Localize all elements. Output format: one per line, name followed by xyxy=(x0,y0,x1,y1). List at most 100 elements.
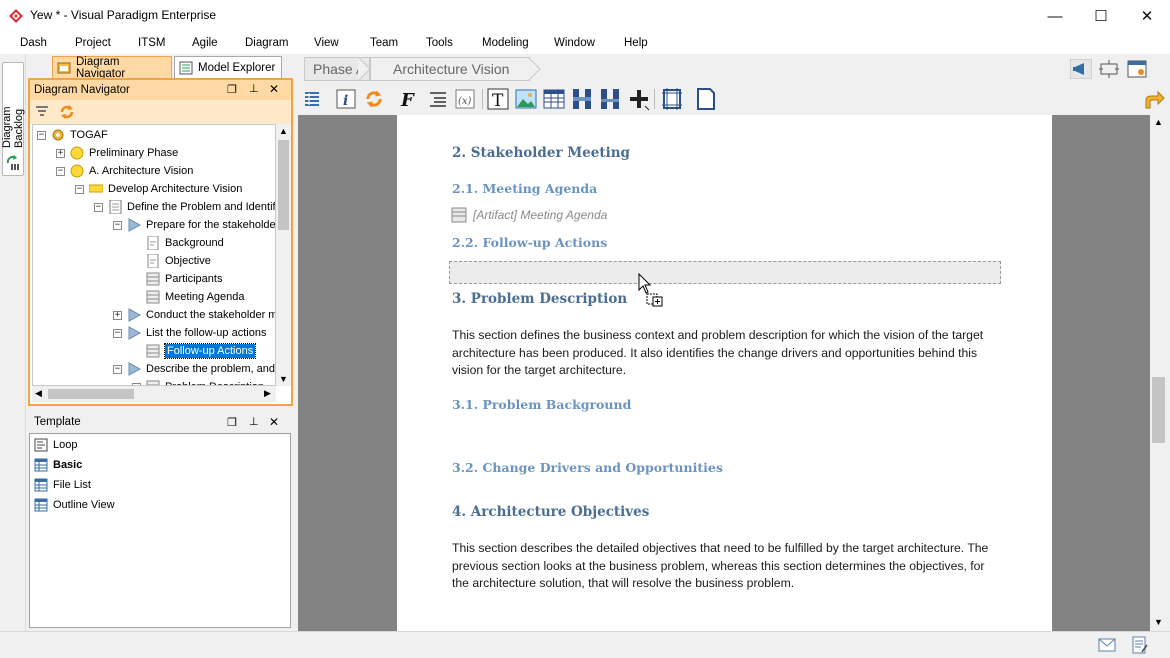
heading-change-drivers[interactable]: 3.2. Change Drivers and Opportunities xyxy=(452,460,723,475)
close-window-button[interactable]: ✕ xyxy=(1124,0,1170,32)
paragraph-architecture-objectives[interactable]: This section describes the detailed obje… xyxy=(452,540,997,593)
paragraph-problem-description[interactable]: This section defines the business contex… xyxy=(452,327,997,380)
pin-panel-icon[interactable]: ⊥ xyxy=(249,415,259,428)
breadcrumb-item-architecture-vision[interactable]: Architecture Vision xyxy=(370,57,530,81)
template-item-outline-view[interactable]: Outline View xyxy=(34,496,115,514)
collapse-icon[interactable]: − xyxy=(113,220,122,230)
tree-node[interactable]: − Prepare for the stakeholde xyxy=(113,216,275,234)
scroll-right-icon[interactable]: ▶ xyxy=(264,388,271,399)
scroll-down-icon[interactable]: ▼ xyxy=(1154,617,1163,627)
restore-panel-icon[interactable]: ❐ xyxy=(227,83,237,96)
info-button[interactable]: i xyxy=(334,87,358,111)
tree-node[interactable]: + Conduct the stakeholder m xyxy=(113,306,275,324)
page-margin-button[interactable] xyxy=(660,87,684,111)
tree-node[interactable]: − A. Architecture Vision xyxy=(56,162,193,180)
tree-node[interactable]: −Problem Description xyxy=(132,378,264,385)
scroll-up-icon[interactable]: ▲ xyxy=(279,126,288,136)
tree-node[interactable]: Objective xyxy=(132,252,211,270)
document-vertical-scrollbar[interactable]: ▲ ▼ xyxy=(1150,115,1168,631)
menu-team[interactable]: Team xyxy=(370,37,398,49)
tab-diagram-navigator[interactable]: Diagram Navigator xyxy=(52,56,172,80)
collapse-icon[interactable]: − xyxy=(75,184,84,194)
collapse-icon[interactable]: − xyxy=(37,130,46,140)
tree-horizontal-scrollbar[interactable]: ◀ ▶ xyxy=(32,386,276,402)
collapse-icon[interactable]: − xyxy=(94,202,103,212)
template-item-file-list[interactable]: File List xyxy=(34,476,91,494)
menu-view[interactable]: View xyxy=(314,37,339,49)
expand-icon[interactable]: + xyxy=(113,310,122,320)
heading-stakeholder-meeting[interactable]: 2. Stakeholder Meeting xyxy=(452,145,630,161)
mail-icon[interactable] xyxy=(1098,638,1116,652)
document-scroll-thumb[interactable] xyxy=(1152,377,1165,443)
tree-node[interactable]: − Describe the problem, and xyxy=(113,360,275,378)
tree-node[interactable]: − List the follow-up actions xyxy=(113,324,266,342)
tree-node[interactable]: Background xyxy=(132,234,224,252)
heading-follow-up-actions[interactable]: 2.2. Follow-up Actions xyxy=(452,235,607,250)
formula-button[interactable]: (x) xyxy=(453,87,477,111)
heading-problem-description[interactable]: 3. Problem Description xyxy=(452,291,627,307)
table-template-icon xyxy=(34,478,48,492)
heading-problem-background[interactable]: 3.1. Problem Background xyxy=(452,397,631,412)
menu-itsm[interactable]: ITSM xyxy=(138,37,165,49)
refresh-icon[interactable] xyxy=(58,103,76,121)
navigator-tree[interactable]: − TOGAF + Preliminary Phase − A. Architecture… xyxy=(32,124,276,386)
tree-node[interactable]: + Preliminary Phase xyxy=(56,144,178,162)
menu-tools[interactable]: Tools xyxy=(426,37,453,49)
page-orientation-button[interactable] xyxy=(694,87,718,111)
tree-node[interactable]: Participants xyxy=(132,270,222,288)
scroll-up-icon[interactable]: ▲ xyxy=(1154,117,1163,127)
font-button[interactable]: F xyxy=(396,87,420,111)
menu-project[interactable]: Project xyxy=(75,37,111,49)
insert-image-button[interactable] xyxy=(514,87,538,111)
document-page[interactable]: 2. Stakeholder Meeting 2.1. Meeting Agen… xyxy=(397,115,1052,631)
scroll-down-icon[interactable]: ▼ xyxy=(279,374,288,384)
menu-modeling[interactable]: Modeling xyxy=(482,37,529,49)
drop-placeholder[interactable] xyxy=(449,261,1001,284)
table-template-icon xyxy=(34,458,48,472)
template-item-loop[interactable]: Loop xyxy=(34,436,77,454)
tree-node[interactable]: − Develop Architecture Vision xyxy=(75,180,242,198)
tree-scroll-thumb[interactable] xyxy=(278,140,289,230)
tree-node[interactable]: − Define the Problem and Identify xyxy=(94,198,276,216)
fit-to-window-icon[interactable] xyxy=(1098,59,1120,79)
close-panel-icon[interactable]: ✕ xyxy=(269,415,279,429)
menu-window[interactable]: Window xyxy=(554,37,595,49)
menu-diagram[interactable]: Diagram xyxy=(245,37,288,49)
artifact-reference[interactable]: [Artifact] Meeting Agenda xyxy=(451,207,607,223)
announcement-icon[interactable] xyxy=(1070,59,1092,79)
insert-text-button[interactable]: T xyxy=(486,87,510,111)
tree-hscroll-thumb[interactable] xyxy=(48,389,134,399)
list-format-button[interactable] xyxy=(426,87,450,111)
tab-model-explorer[interactable]: Model Explorer xyxy=(174,56,282,78)
tree-node-label: Define the Problem and Identify xyxy=(127,201,276,213)
minimize-button[interactable]: — xyxy=(1032,0,1078,32)
menu-dash[interactable]: Dash xyxy=(20,37,47,49)
menu-help[interactable]: Help xyxy=(624,37,648,49)
expand-icon[interactable]: + xyxy=(56,148,65,158)
restore-panel-icon[interactable]: ❐ xyxy=(227,416,237,429)
collapse-icon[interactable]: − xyxy=(113,328,122,338)
heading-meeting-agenda[interactable]: 2.1. Meeting Agenda xyxy=(452,181,597,196)
page-break-button[interactable] xyxy=(570,87,594,111)
outline-button[interactable] xyxy=(300,87,324,111)
section-break-button[interactable] xyxy=(598,87,622,111)
tree-node[interactable]: Meeting Agenda xyxy=(132,288,245,306)
refresh-button[interactable] xyxy=(362,87,386,111)
page-setup-icon[interactable] xyxy=(1126,59,1148,79)
filter-tree-icon[interactable] xyxy=(34,104,50,120)
tree-vertical-scrollbar[interactable]: ▲ ▼ xyxy=(276,124,291,386)
pin-panel-icon[interactable]: ⊥ xyxy=(249,82,259,95)
maximize-button[interactable]: ☐ xyxy=(1078,0,1124,32)
menu-agile[interactable]: Agile xyxy=(192,37,218,49)
notes-icon[interactable] xyxy=(1132,636,1148,654)
collapse-icon[interactable]: − xyxy=(113,364,122,374)
tree-node[interactable]: − TOGAF xyxy=(37,126,108,144)
insert-table-button[interactable] xyxy=(542,87,566,111)
template-item-basic[interactable]: Basic xyxy=(34,456,82,474)
close-panel-icon[interactable]: ✕ xyxy=(269,82,279,96)
tree-node[interactable]: Follow-up Actions xyxy=(132,342,257,360)
collapse-icon[interactable]: − xyxy=(56,166,65,176)
heading-architecture-objectives[interactable]: 4. Architecture Objectives xyxy=(452,504,649,520)
scroll-left-icon[interactable]: ◀ xyxy=(35,388,42,399)
add-element-button[interactable] xyxy=(626,87,650,111)
